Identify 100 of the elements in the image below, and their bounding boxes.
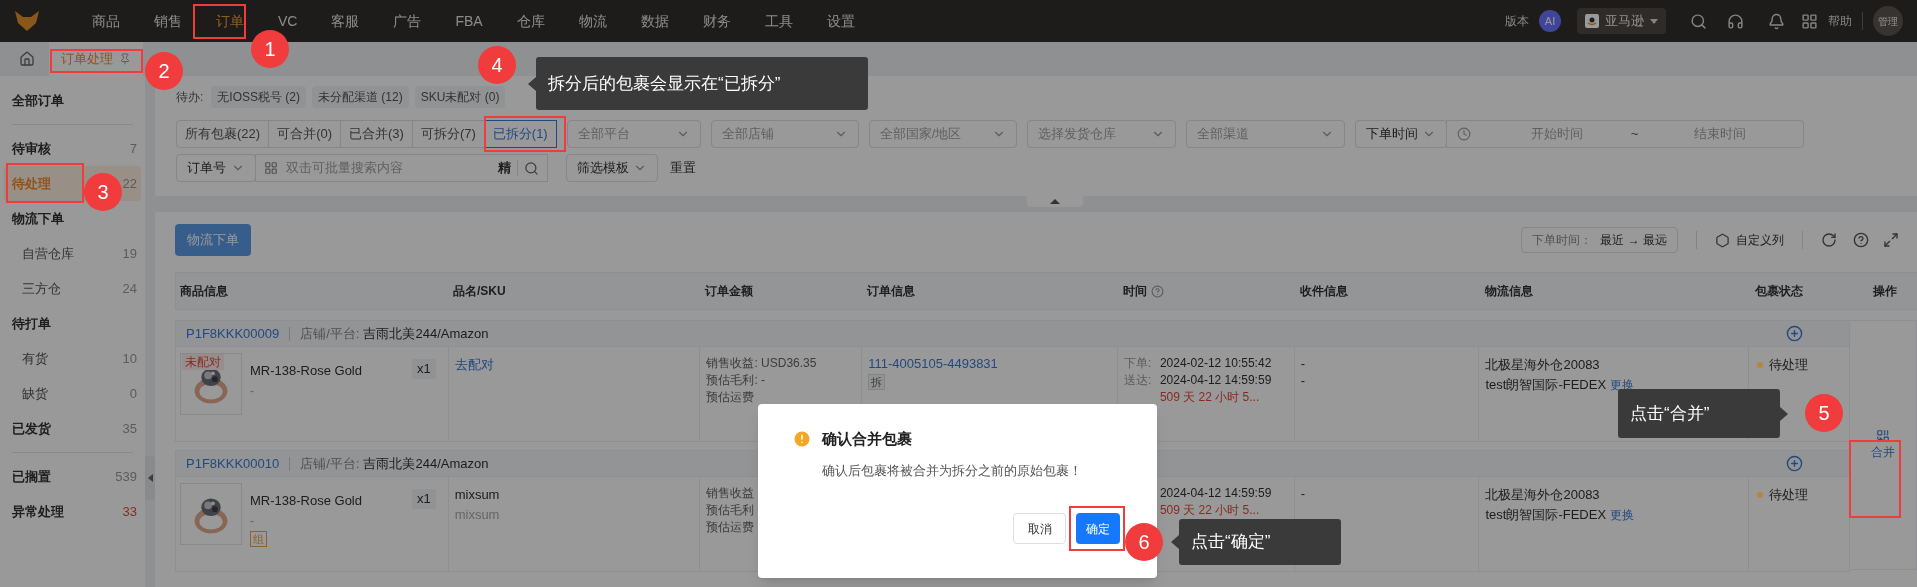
add-icon[interactable] xyxy=(1786,325,1803,342)
store-select[interactable]: 亚马逊 xyxy=(1577,8,1666,34)
recipient-text: - xyxy=(1300,372,1305,389)
search-icon[interactable] xyxy=(524,160,539,176)
warehouse-name: 北极星海外仓20083 xyxy=(1485,356,1600,374)
reset-button[interactable]: 重置 xyxy=(670,158,696,178)
nav-item[interactable]: 财务 xyxy=(685,10,748,32)
tooltip-pointer-icon xyxy=(1171,535,1179,549)
time-label: 下单: xyxy=(1123,356,1152,370)
todo-chip[interactable]: 未分配渠道 (12) xyxy=(312,86,409,108)
nav-item[interactable]: 数据 xyxy=(623,10,686,32)
item-count: 22 xyxy=(122,174,137,193)
merge-button[interactable]: 合并 xyxy=(1871,429,1895,461)
sidebar-item[interactable]: 已发货 35 xyxy=(4,411,141,446)
range-separator: ~ xyxy=(1630,125,1639,144)
store-logo-icon xyxy=(1585,14,1599,28)
warning-icon xyxy=(792,429,812,450)
split-tag: 拆 xyxy=(868,374,886,390)
item-count: 35 xyxy=(122,419,137,438)
nav-item[interactable]: 广告 xyxy=(376,10,439,32)
product-subtitle: - xyxy=(250,381,256,400)
sidebar-subitem[interactable]: 三方仓 24 xyxy=(4,271,141,306)
match-link[interactable]: 去配对 xyxy=(454,355,494,375)
dialog-message: 确认后包裹将被合并为拆分之前的原始包裹！ xyxy=(822,461,1083,480)
amount-line: 预估毛利: - xyxy=(706,372,766,389)
dropdown[interactable]: 订单号 xyxy=(176,154,256,182)
cancel-button[interactable]: 取消 xyxy=(1013,513,1066,544)
user-avatar[interactable]: 管理 xyxy=(1873,6,1903,36)
custom-columns-button[interactable]: 自定义列 xyxy=(1715,231,1784,249)
status-tab[interactable]: 已拆分(1) xyxy=(483,120,557,148)
nav-item[interactable]: 物流 xyxy=(561,10,624,32)
remaining-time: 509 天 22 小时 5... xyxy=(1158,502,1261,519)
sidebar-subitem[interactable]: 缺货 0 xyxy=(4,376,141,411)
dropdown[interactable]: 筛选模板 xyxy=(566,154,658,182)
nav-item[interactable]: VC xyxy=(261,10,315,32)
product-name: MR-138-Rose Gold xyxy=(250,362,363,380)
todo-chip[interactable]: 无IOSS税号 (2) xyxy=(211,86,307,108)
nav-item[interactable]: 仓库 xyxy=(499,10,562,32)
amount-line: 销售收益 xyxy=(706,485,755,502)
collapse-tab[interactable] xyxy=(1027,196,1083,207)
dropdown[interactable]: 下单时间 xyxy=(1354,120,1447,148)
tooltip: 拆分后的包裹会显示在“已拆分” xyxy=(528,57,868,110)
store-label: 店铺/平台: xyxy=(300,324,360,343)
sidebar-item[interactable]: 异常处理 33 xyxy=(4,494,141,529)
todo-chip[interactable]: SKU未配对 (0) xyxy=(414,86,506,108)
home-icon[interactable] xyxy=(19,51,35,67)
order-id-link[interactable]: 111-4005105-4493831 xyxy=(868,355,998,372)
tooltip: 点击“确定” xyxy=(1171,519,1341,565)
carrier-name: test朗智国际-FEDEX xyxy=(1485,506,1607,524)
status-tab[interactable]: 已合并(3) xyxy=(340,120,413,148)
search-icon[interactable] xyxy=(1690,12,1707,30)
bundle-tag: 组 xyxy=(250,530,267,547)
help-icon[interactable] xyxy=(1853,232,1869,248)
refresh-icon[interactable] xyxy=(1821,232,1837,248)
nav-item[interactable]: 工具 xyxy=(747,10,810,32)
package-id-link[interactable]: P1F8KKK00010 xyxy=(186,453,280,474)
remaining-time: 509 天 22 小时 5... xyxy=(1158,389,1261,406)
tooltip: 点击“合并” xyxy=(1618,389,1788,438)
item-count: 539 xyxy=(115,467,137,486)
sidebar-subitem[interactable]: 有货 10 xyxy=(4,341,141,376)
store-name: 吉雨北美244/Amazon xyxy=(363,454,489,473)
nav-item[interactable]: 销售 xyxy=(137,10,199,32)
headset-icon[interactable] xyxy=(1727,12,1744,30)
nav-item[interactable]: 客服 xyxy=(314,10,377,32)
help-icon[interactable] xyxy=(1151,284,1164,298)
sidebar-collapse-handle[interactable] xyxy=(145,456,155,500)
status-tab[interactable]: 可合并(0) xyxy=(268,120,341,148)
pin-icon[interactable] xyxy=(119,53,131,65)
store-name: 吉雨北美244/Amazon xyxy=(363,324,489,343)
status-tab[interactable]: 所有包裹(22) xyxy=(176,120,270,148)
nav-item[interactable]: 设置 xyxy=(809,10,872,32)
sidebar-item[interactable]: 全部订单 xyxy=(4,83,141,118)
nav-item[interactable]: 商品 xyxy=(75,10,137,32)
column-header: 订单金额 xyxy=(705,283,753,300)
amount-line: 预估毛利 xyxy=(706,502,755,519)
sidebar-subitem[interactable]: 自营仓库 19 xyxy=(4,236,141,271)
sidebar-item[interactable]: 待审核 7 xyxy=(4,131,141,166)
item-count: 0 xyxy=(129,384,137,403)
column-header: 包裹状态 xyxy=(1755,283,1803,300)
item-count: 10 xyxy=(122,349,137,368)
column-header: 品名/SKU xyxy=(453,283,506,300)
column-header: 操作 xyxy=(1872,283,1897,300)
sidebar-item[interactable]: 待打单 xyxy=(4,306,141,341)
package-id-link[interactable]: P1F8KKK00009 xyxy=(186,323,280,344)
add-icon[interactable] xyxy=(1786,455,1803,472)
nav-item[interactable]: FBA xyxy=(438,10,500,32)
ai-badge[interactable]: AI xyxy=(1539,10,1561,32)
amount-line: 预估运费 xyxy=(706,389,755,406)
exact-toggle[interactable]: 精 xyxy=(498,158,511,178)
nav-item[interactable]: 订单 xyxy=(199,10,261,32)
time-value: 2024-02-12 10:55:42 xyxy=(1159,355,1272,372)
sort-toggle[interactable]: 下单时间： 最近 → 最远 xyxy=(1521,227,1678,253)
status-tab[interactable]: 可拆分(7) xyxy=(411,120,485,148)
change-link[interactable]: 更换 xyxy=(1610,505,1635,525)
help-link[interactable]: 帮助 xyxy=(1828,12,1852,30)
apps-icon[interactable] xyxy=(1801,12,1818,30)
fullscreen-icon[interactable] xyxy=(1883,232,1899,248)
bell-icon[interactable] xyxy=(1768,12,1785,30)
sidebar-item[interactable]: 已搁置 539 xyxy=(4,459,141,494)
confirm-button[interactable]: 确定 xyxy=(1076,513,1120,544)
